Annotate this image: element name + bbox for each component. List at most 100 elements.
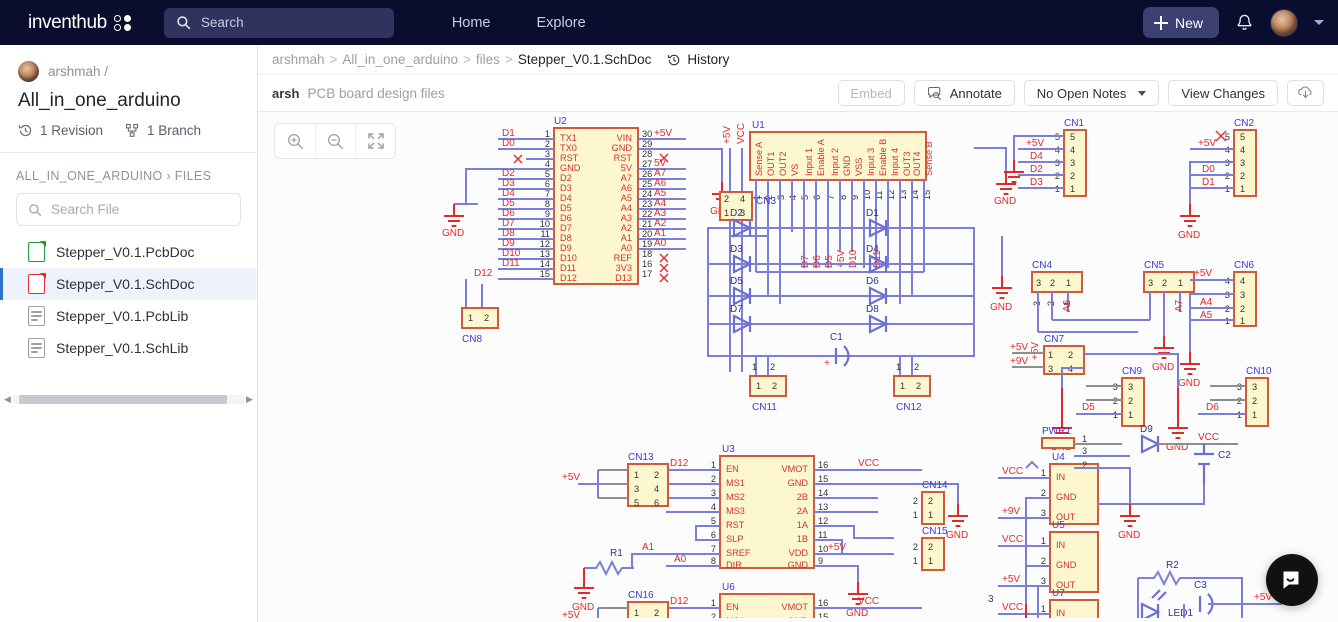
connector-CN2: 543 21 54 321 CN2 +5VD0D1 GND — [1178, 118, 1257, 241]
svg-text:+5V: +5V — [562, 472, 580, 483]
svg-text:2: 2 — [914, 362, 919, 372]
svg-text:2: 2 — [484, 313, 489, 323]
svg-text:A7: A7 — [621, 173, 632, 183]
zoom-out-icon — [328, 133, 344, 149]
view-changes-button[interactable]: View Changes — [1168, 80, 1278, 106]
svg-text:CN15: CN15 — [922, 526, 948, 537]
svg-text:CN2: CN2 — [1234, 118, 1254, 129]
svg-text:D0: D0 — [1202, 164, 1215, 175]
revision-count[interactable]: 1 Revision — [18, 123, 103, 138]
new-button[interactable]: New — [1142, 7, 1219, 38]
nav-link-home[interactable]: Home — [452, 15, 491, 31]
schematic-viewer[interactable]: U2 TX1 TX0 RST GND D2 D3 D4 D5 D6 D7 D8 D9 D10 D1… — [258, 112, 1338, 622]
svg-text:A7: A7 — [1174, 299, 1185, 312]
breadcrumb-item-owner[interactable]: arshmah — [272, 52, 325, 67]
annotate-button[interactable]: Annotate — [913, 80, 1015, 106]
annotate-label: Annotate — [949, 85, 1002, 101]
scroll-left-arrow-icon[interactable]: ◀ — [2, 394, 13, 405]
svg-text:D10: D10 — [560, 253, 577, 263]
svg-text:Input 3: Input 3 — [866, 148, 876, 176]
bell-icon[interactable] — [1235, 13, 1254, 33]
svg-text:1: 1 — [913, 556, 918, 566]
svg-text:D4: D4 — [560, 193, 572, 203]
support-chat-button[interactable] — [1266, 554, 1318, 606]
chevron-down-icon[interactable] — [1314, 20, 1324, 25]
svg-text:4: 4 — [1070, 145, 1075, 155]
breadcrumb-item-repo[interactable]: All_in_one_arduino — [342, 52, 458, 67]
history-link[interactable]: History — [667, 52, 729, 67]
scrollbar-thumb[interactable] — [19, 395, 227, 404]
svg-text:OUT1: OUT1 — [766, 151, 776, 176]
file-name: Stepper_V0.1.SchDoc — [56, 276, 195, 292]
svg-text:D4: D4 — [866, 244, 879, 255]
viewer-zoom-controls — [274, 123, 396, 159]
svg-text:C2: C2 — [1218, 450, 1231, 461]
svg-text:+5V: +5V — [1002, 574, 1020, 585]
svg-text:4: 4 — [740, 194, 745, 204]
svg-text:2: 2 — [916, 381, 921, 391]
connector-CN1: 543 21 54 321 CN1 +5VD4 D2D3 — [1004, 118, 1087, 197]
file-description: PCB board design files — [307, 85, 445, 101]
svg-text:D2: D2 — [560, 173, 572, 183]
svg-text:D2: D2 — [730, 208, 743, 219]
scrollbar-track[interactable] — [13, 395, 244, 404]
breadcrumb-separator: > — [463, 52, 471, 67]
open-notes-dropdown[interactable]: No Open Notes — [1023, 80, 1160, 106]
file-item-pcblib[interactable]: Stepper_V0.1.PcbLib — [0, 300, 257, 332]
svg-text:D8: D8 — [560, 233, 572, 243]
svg-text:5: 5 — [1070, 132, 1075, 142]
svg-text:OUT2: OUT2 — [778, 151, 788, 176]
branch-count[interactable]: 1 Branch — [125, 123, 201, 138]
svg-text:D12: D12 — [670, 596, 689, 607]
svg-text:21: 21 — [642, 219, 652, 229]
file-toolbar: arsh PCB board design files Embed Annota… — [258, 75, 1338, 112]
component-U6-block: U6 ENMS1MS2 MS3RSTSLP SREFDIR VMOTGND2B … — [562, 582, 922, 618]
svg-text:16: 16 — [818, 460, 828, 470]
svg-text:MS2: MS2 — [726, 492, 745, 502]
download-button[interactable] — [1287, 80, 1324, 106]
svg-text:GND: GND — [1056, 560, 1077, 570]
svg-text:D6: D6 — [812, 255, 823, 268]
fit-screen-button[interactable] — [355, 124, 395, 158]
svg-text:2: 2 — [913, 542, 918, 552]
svg-text:A6: A6 — [1062, 299, 1073, 312]
file-item-pcbdoc[interactable]: PCB Stepper_V0.1.PcbDoc — [0, 236, 257, 268]
nav-link-explore[interactable]: Explore — [537, 15, 586, 31]
sidebar-horizontal-scrollbar[interactable]: ◀ ▶ — [0, 393, 257, 406]
file-author: arsh — [272, 85, 300, 101]
svg-text:2: 2 — [928, 496, 933, 506]
svg-text:7: 7 — [711, 544, 716, 554]
zoom-in-button[interactable] — [275, 124, 315, 158]
file-search-input[interactable]: Search File — [16, 193, 241, 226]
svg-text:D5: D5 — [560, 203, 572, 213]
zoom-out-button[interactable] — [315, 124, 355, 158]
scroll-right-arrow-icon[interactable]: ▶ — [244, 394, 255, 405]
svg-text:GND: GND — [442, 228, 464, 239]
svg-text:5: 5 — [1240, 132, 1245, 142]
brand-logo[interactable]: inventhub — [28, 12, 132, 34]
file-search-placeholder: Search File — [51, 202, 120, 217]
pcb-badge: PCB — [29, 250, 43, 259]
repository-owner[interactable]: arshmah / — [18, 61, 239, 82]
svg-text:TX1: TX1 — [560, 133, 577, 143]
svg-text:A5: A5 — [1200, 310, 1213, 321]
svg-text:1: 1 — [1048, 350, 1053, 360]
svg-text:5: 5 — [634, 498, 639, 508]
svg-text:6: 6 — [654, 498, 659, 508]
search-input[interactable]: Search — [163, 7, 394, 38]
file-item-schdoc[interactable]: SCH Stepper_V0.1.SchDoc — [0, 268, 257, 300]
svg-text:D6: D6 — [866, 276, 879, 287]
svg-text:IN: IN — [1056, 540, 1065, 550]
svg-text:2: 2 — [654, 608, 659, 618]
svg-text:13: 13 — [818, 502, 828, 512]
svg-text:CN10: CN10 — [1246, 366, 1272, 377]
embed-button[interactable]: Embed — [837, 80, 905, 106]
svg-text:26: 26 — [642, 169, 652, 179]
page-body: arshmah / All_in_one_arduino 1 Revision — [0, 45, 1338, 622]
user-avatar[interactable] — [1270, 8, 1298, 37]
svg-text:+5V: +5V — [1198, 138, 1216, 149]
file-item-schlib[interactable]: Stepper_V0.1.SchLib — [0, 332, 257, 364]
svg-text:D7: D7 — [730, 304, 743, 315]
svg-text:1: 1 — [1066, 278, 1071, 288]
breadcrumb-item-files[interactable]: files — [476, 52, 500, 67]
